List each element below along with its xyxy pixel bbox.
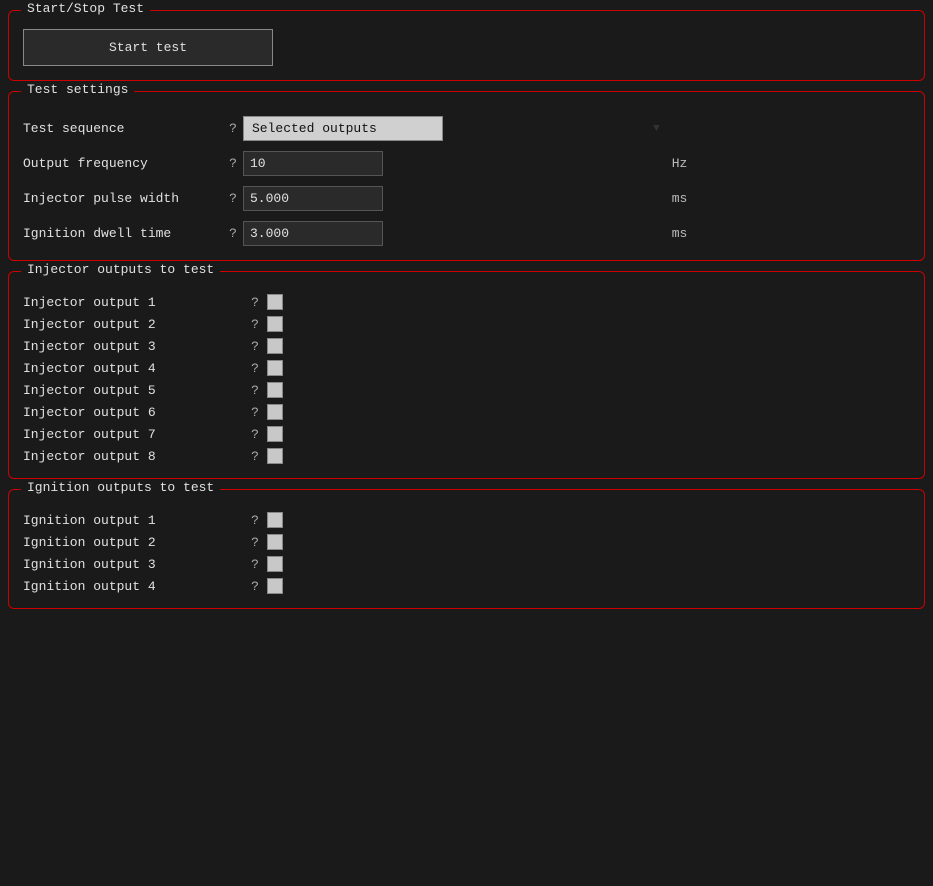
- ignition-output-1-checkbox[interactable]: [267, 512, 283, 528]
- injector-pulse-width-input[interactable]: [243, 186, 383, 211]
- ignition-output-3-checkbox[interactable]: [267, 556, 283, 572]
- injector-output-1-checkbox[interactable]: [267, 294, 283, 310]
- injector-output-2-label: Injector output 2: [23, 317, 243, 332]
- injector-output-8-label: Injector output 8: [23, 449, 243, 464]
- output-frequency-help[interactable]: ?: [223, 156, 243, 171]
- start-stop-title: Start/Stop Test: [21, 1, 150, 16]
- injector-output-6-label: Injector output 6: [23, 405, 243, 420]
- ignition-outputs-title: Ignition outputs to test: [21, 480, 220, 495]
- injector-output-5-label: Injector output 5: [23, 383, 243, 398]
- injector-pulse-width-help[interactable]: ?: [223, 191, 243, 206]
- ignition-dwell-time-label: Ignition dwell time: [23, 226, 223, 241]
- test-settings-panel: Test settings Test sequence ? Selected o…: [8, 91, 925, 261]
- output-frequency-input[interactable]: [243, 151, 383, 176]
- injector-output-6-help[interactable]: ?: [243, 405, 267, 420]
- injector-output-4-label: Injector output 4: [23, 361, 243, 376]
- ignition-output-3-label: Ignition output 3: [23, 557, 243, 572]
- ignition-output-3-help[interactable]: ?: [243, 557, 267, 572]
- injector-output-6-checkbox[interactable]: [267, 404, 283, 420]
- injector-output-8-help[interactable]: ?: [243, 449, 267, 464]
- ignition-output-1-label: Ignition output 1: [23, 513, 243, 528]
- test-sequence-help[interactable]: ?: [223, 121, 243, 136]
- injector-outputs-panel: Injector outputs to test Injector output…: [8, 271, 925, 479]
- injector-output-3-label: Injector output 3: [23, 339, 243, 354]
- ignition-output-4-help[interactable]: ?: [243, 579, 267, 594]
- ignition-output-1-help[interactable]: ?: [243, 513, 267, 528]
- injector-output-7-help[interactable]: ?: [243, 427, 267, 442]
- injector-output-5-help[interactable]: ?: [243, 383, 267, 398]
- start-test-button[interactable]: Start test: [23, 29, 273, 66]
- output-frequency-unit: Hz: [666, 156, 910, 171]
- start-stop-panel: Start/Stop Test Start test: [8, 10, 925, 81]
- ignition-output-2-checkbox[interactable]: [267, 534, 283, 550]
- ignition-output-2-label: Ignition output 2: [23, 535, 243, 550]
- ignition-output-4-checkbox[interactable]: [267, 578, 283, 594]
- ignition-output-2-help[interactable]: ?: [243, 535, 267, 550]
- ignition-dwell-time-help[interactable]: ?: [223, 226, 243, 241]
- injector-output-5-checkbox[interactable]: [267, 382, 283, 398]
- injector-pulse-width-unit: ms: [666, 191, 910, 206]
- injector-pulse-width-label: Injector pulse width: [23, 191, 223, 206]
- test-sequence-select[interactable]: Selected outputs All outputs Sequential: [243, 116, 443, 141]
- test-sequence-dropdown-wrapper: Selected outputs All outputs Sequential …: [243, 116, 666, 141]
- injector-output-3-checkbox[interactable]: [267, 338, 283, 354]
- injector-output-8-checkbox[interactable]: [267, 448, 283, 464]
- injector-output-3-help[interactable]: ?: [243, 339, 267, 354]
- ignition-dwell-time-unit: ms: [666, 226, 910, 241]
- injector-output-7-checkbox[interactable]: [267, 426, 283, 442]
- test-settings-title: Test settings: [21, 82, 134, 97]
- injector-output-1-label: Injector output 1: [23, 295, 243, 310]
- test-sequence-label: Test sequence: [23, 121, 223, 136]
- injector-outputs-grid: Injector output 1 ? Injector output 2 ? …: [23, 294, 910, 464]
- dropdown-arrow-icon: ▼: [653, 123, 660, 135]
- injector-output-4-checkbox[interactable]: [267, 360, 283, 376]
- ignition-dwell-time-input[interactable]: [243, 221, 383, 246]
- settings-grid: Test sequence ? Selected outputs All out…: [23, 116, 910, 246]
- injector-outputs-title: Injector outputs to test: [21, 262, 220, 277]
- output-frequency-label: Output frequency: [23, 156, 223, 171]
- ignition-output-4-label: Ignition output 4: [23, 579, 243, 594]
- ignition-outputs-panel: Ignition outputs to test Ignition output…: [8, 489, 925, 609]
- ignition-outputs-grid: Ignition output 1 ? Ignition output 2 ? …: [23, 512, 910, 594]
- injector-output-7-label: Injector output 7: [23, 427, 243, 442]
- injector-output-1-help[interactable]: ?: [243, 295, 267, 310]
- injector-output-2-help[interactable]: ?: [243, 317, 267, 332]
- injector-output-4-help[interactable]: ?: [243, 361, 267, 376]
- injector-output-2-checkbox[interactable]: [267, 316, 283, 332]
